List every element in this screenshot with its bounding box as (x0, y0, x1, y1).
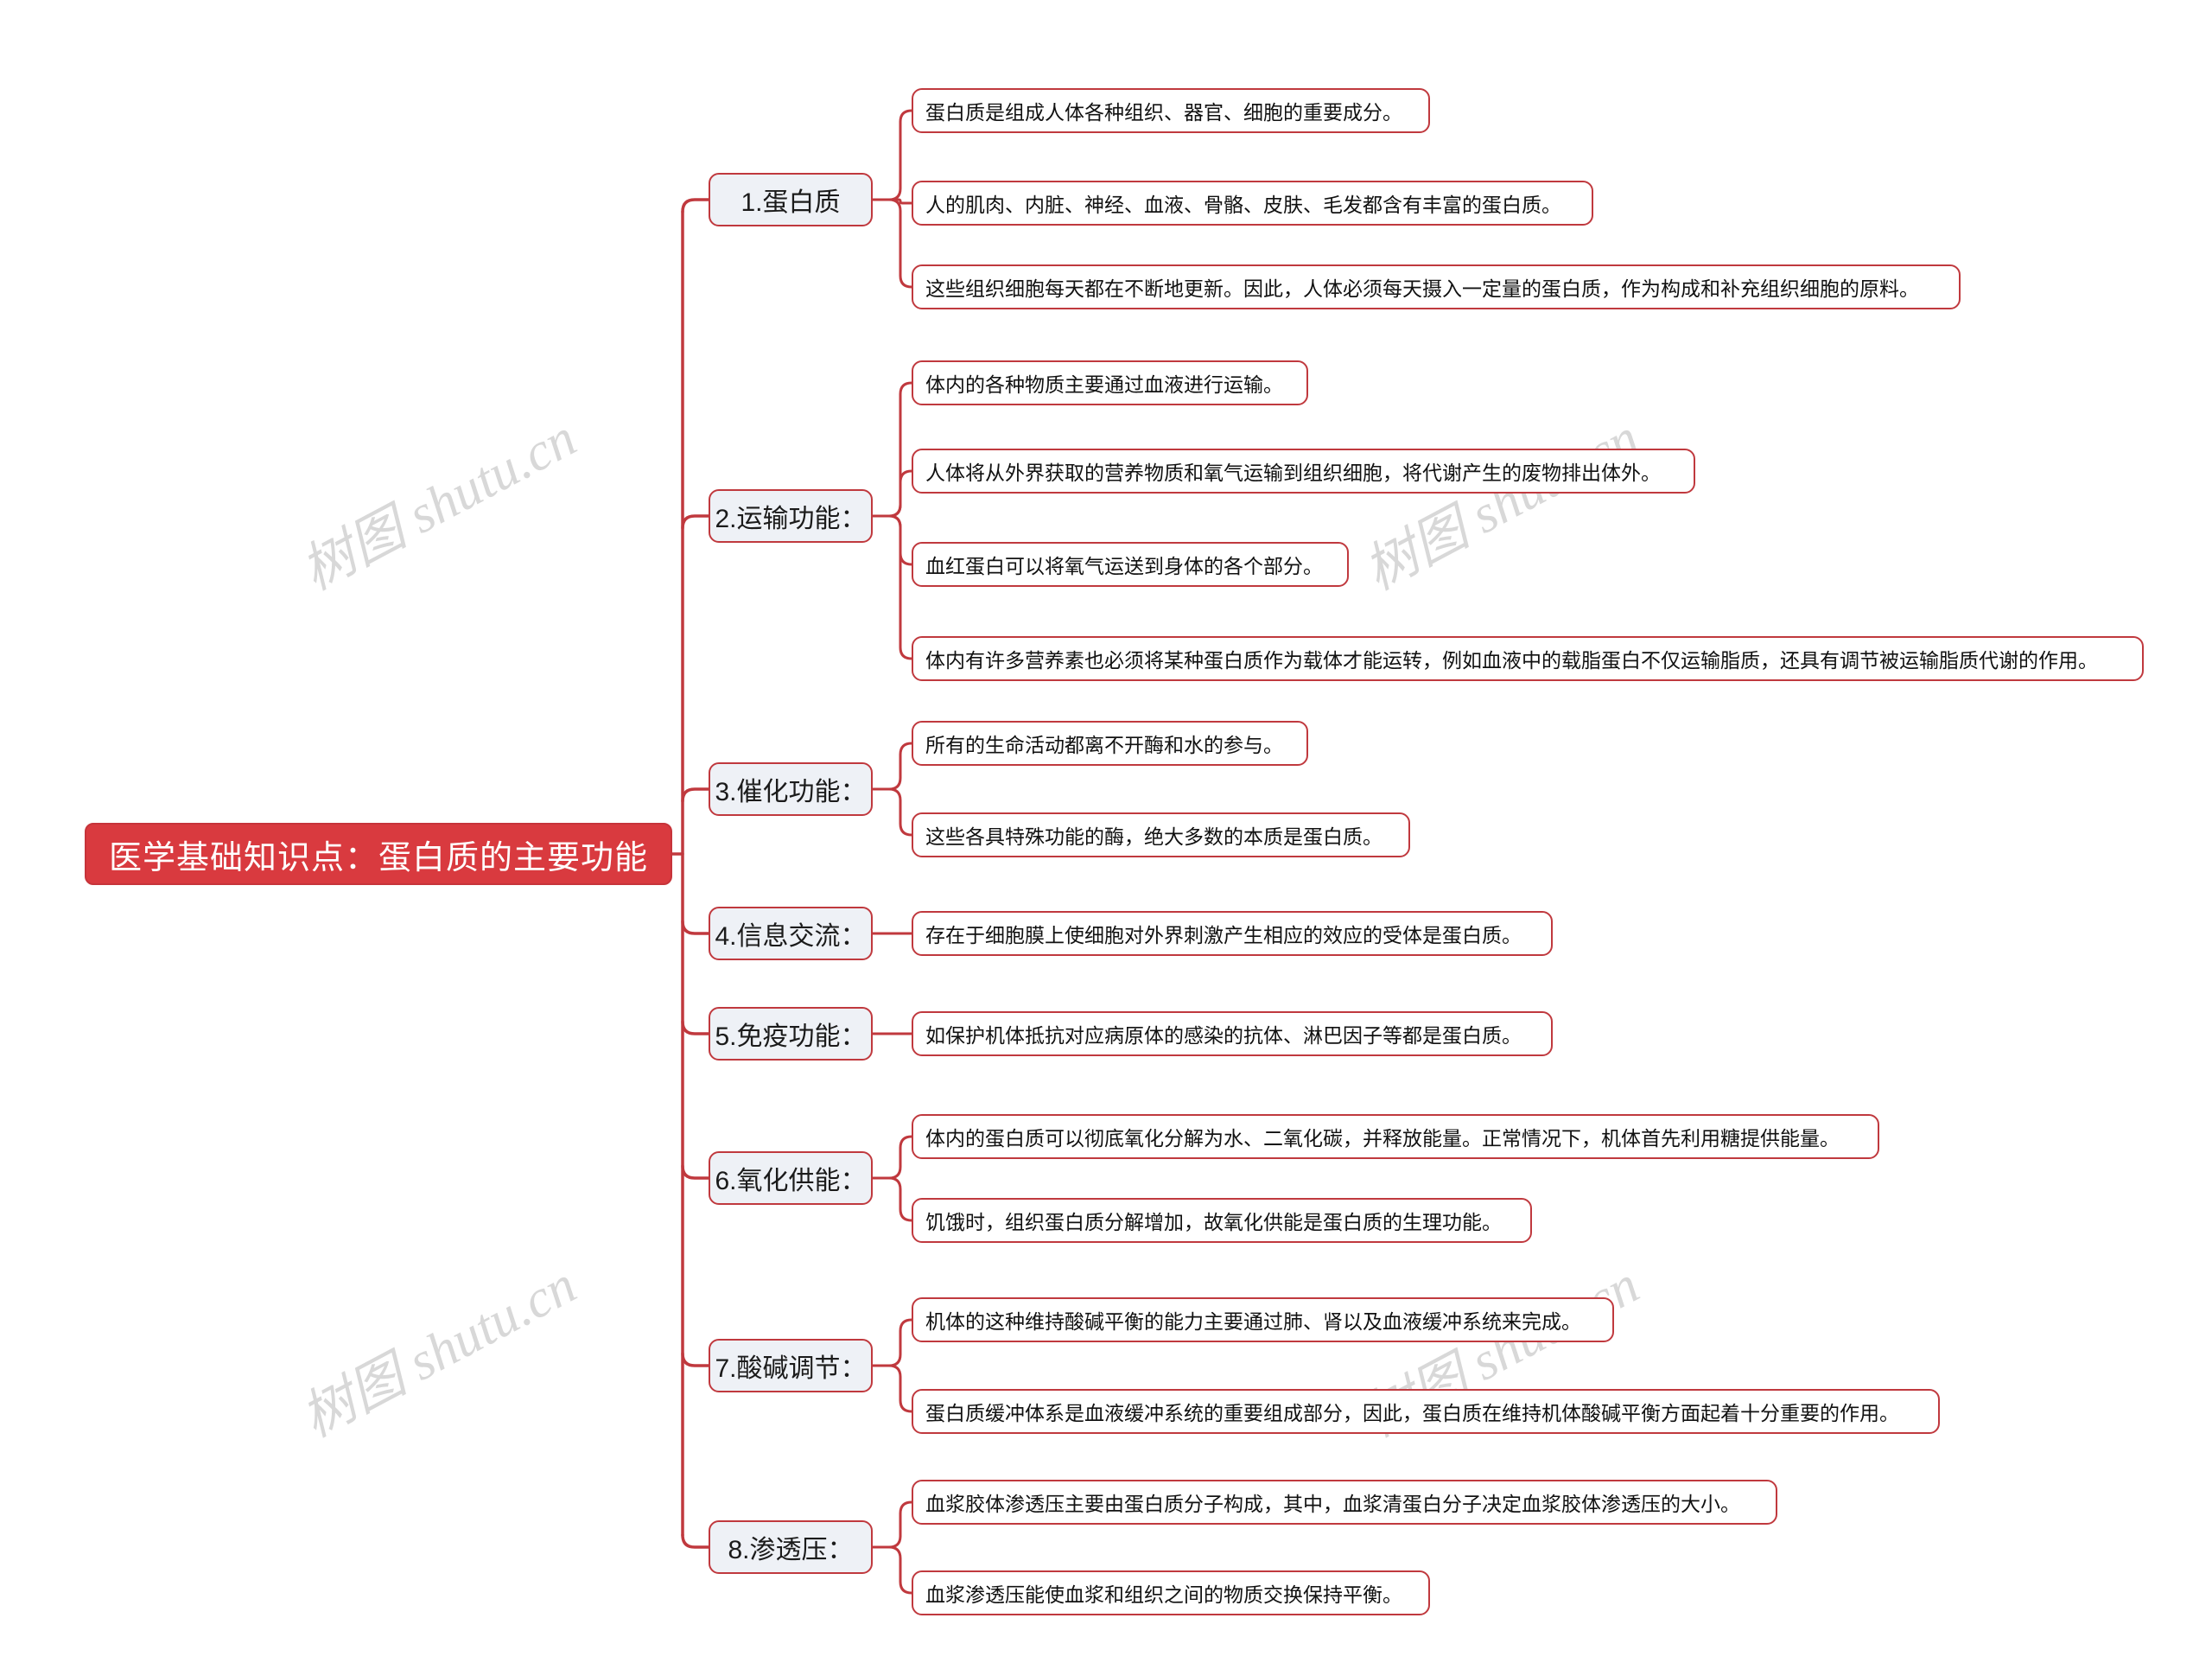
leaf-node[interactable]: 血红蛋白可以将氧气运送到身体的各个部分。 (912, 542, 1349, 587)
branch-node[interactable]: 8.渗透压： (709, 1520, 873, 1574)
leaf-node-label: 这些各具特殊功能的酶，绝大多数的本质是蛋白质。 (925, 825, 1382, 848)
leaf-node-label: 体内的各种物质主要通过血液进行运输。 (925, 373, 1283, 396)
leaf-node-label: 存在于细胞膜上使细胞对外界刺激产生相应的效应的受体是蛋白质。 (925, 924, 1522, 946)
leaf-node[interactable]: 体内的蛋白质可以彻底氧化分解为水、二氧化碳，并释放能量。正常情况下，机体首先利用… (912, 1114, 1879, 1159)
leaf-node[interactable]: 体内的各种物质主要通过血液进行运输。 (912, 360, 1308, 405)
leaf-node-label: 如保护机体抵抗对应病原体的感染的抗体、淋巴因子等都是蛋白质。 (925, 1024, 1522, 1047)
leaf-node-label: 饥饿时，组织蛋白质分解增加，故氧化供能是蛋白质的生理功能。 (925, 1211, 1502, 1233)
leaf-node-label: 这些组织细胞每天都在不断地更新。因此，人体必须每天摄入一定量的蛋白质，作为构成和… (925, 277, 1919, 300)
branch-node[interactable]: 6.氧化供能： (709, 1151, 873, 1205)
mindmap-canvas: 医学基础知识点：蛋白质的主要功能 1.蛋白质 蛋白质是组成人体各种组织、器官、细胞… (0, 0, 2212, 1669)
leaf-node-label: 人体将从外界获取的营养物质和氧气运输到组织细胞，将代谢产生的废物排出体外。 (925, 462, 1661, 484)
leaf-node[interactable]: 机体的这种维持酸碱平衡的能力主要通过肺、肾以及血液缓冲系统来完成。 (912, 1297, 1614, 1342)
branch-node[interactable]: 7.酸碱调节： (709, 1339, 873, 1392)
branch-node-label: 3.催化功能： (715, 778, 867, 806)
branch-node[interactable]: 4.信息交流： (709, 907, 873, 960)
leaf-node-label: 血红蛋白可以将氧气运送到身体的各个部分。 (925, 555, 1323, 577)
branch-node-label: 6.氧化供能： (715, 1167, 867, 1195)
leaf-node-label: 蛋白质是组成人体各种组织、器官、细胞的重要成分。 (925, 101, 1402, 124)
leaf-node[interactable]: 血浆渗透压能使血浆和组织之间的物质交换保持平衡。 (912, 1570, 1430, 1615)
leaf-node[interactable]: 饥饿时，组织蛋白质分解增加，故氧化供能是蛋白质的生理功能。 (912, 1198, 1532, 1243)
leaf-node-label: 人的肌肉、内脏、神经、血液、骨骼、皮肤、毛发都含有丰富的蛋白质。 (925, 194, 1561, 216)
leaf-node[interactable]: 这些组织细胞每天都在不断地更新。因此，人体必须每天摄入一定量的蛋白质，作为构成和… (912, 264, 1961, 309)
branch-node-label: 8.渗透压： (728, 1536, 854, 1564)
leaf-node-label: 血浆渗透压能使血浆和组织之间的物质交换保持平衡。 (925, 1583, 1402, 1606)
leaf-node-label: 体内有许多营养素也必须将某种蛋白质作为载体才能运转，例如血液中的载脂蛋白不仅运输… (925, 649, 2098, 672)
leaf-node[interactable]: 存在于细胞膜上使细胞对外界刺激产生相应的效应的受体是蛋白质。 (912, 911, 1553, 956)
branch-node[interactable]: 3.催化功能： (709, 762, 873, 816)
branch-node[interactable]: 5.免疫功能： (709, 1007, 873, 1061)
leaf-node[interactable]: 血浆胶体渗透压主要由蛋白质分子构成，其中，血浆清蛋白分子决定血浆胶体渗透压的大小… (912, 1480, 1777, 1525)
leaf-node-label: 所有的生命活动都离不开酶和水的参与。 (925, 734, 1283, 756)
leaf-node[interactable]: 所有的生命活动都离不开酶和水的参与。 (912, 721, 1308, 766)
leaf-node-label: 机体的这种维持酸碱平衡的能力主要通过肺、肾以及血液缓冲系统来完成。 (925, 1310, 1581, 1333)
branch-node[interactable]: 2.运输功能： (709, 489, 873, 543)
leaf-node[interactable]: 人的肌肉、内脏、神经、血液、骨骼、皮肤、毛发都含有丰富的蛋白质。 (912, 181, 1593, 226)
root-node[interactable]: 医学基础知识点：蛋白质的主要功能 (85, 823, 672, 885)
leaf-node[interactable]: 这些各具特殊功能的酶，绝大多数的本质是蛋白质。 (912, 812, 1410, 857)
leaf-node-label: 蛋白质缓冲体系是血液缓冲系统的重要组成部分，因此，蛋白质在维持机体酸碱平衡方面起… (925, 1402, 1899, 1424)
leaf-node[interactable]: 如保护机体抵抗对应病原体的感染的抗体、淋巴因子等都是蛋白质。 (912, 1011, 1553, 1056)
leaf-node[interactable]: 蛋白质缓冲体系是血液缓冲系统的重要组成部分，因此，蛋白质在维持机体酸碱平衡方面起… (912, 1389, 1940, 1434)
branch-node-label: 2.运输功能： (715, 505, 867, 533)
branch-node-label: 1.蛋白质 (741, 188, 841, 217)
branch-node[interactable]: 1.蛋白质 (709, 173, 873, 226)
branch-node-label: 7.酸碱调节： (715, 1354, 867, 1383)
root-node-label: 医学基础知识点：蛋白质的主要功能 (109, 839, 649, 876)
leaf-node-label: 体内的蛋白质可以彻底氧化分解为水、二氧化碳，并释放能量。正常情况下，机体首先利用… (925, 1127, 1840, 1150)
leaf-node[interactable]: 人体将从外界获取的营养物质和氧气运输到组织细胞，将代谢产生的废物排出体外。 (912, 449, 1695, 494)
branch-node-label: 4.信息交流： (715, 922, 867, 951)
branch-node-label: 5.免疫功能： (715, 1022, 867, 1051)
leaf-node[interactable]: 蛋白质是组成人体各种组织、器官、细胞的重要成分。 (912, 88, 1430, 133)
leaf-node[interactable]: 体内有许多营养素也必须将某种蛋白质作为载体才能运转，例如血液中的载脂蛋白不仅运输… (912, 636, 2144, 681)
leaf-node-label: 血浆胶体渗透压主要由蛋白质分子构成，其中，血浆清蛋白分子决定血浆胶体渗透压的大小… (925, 1493, 1740, 1515)
